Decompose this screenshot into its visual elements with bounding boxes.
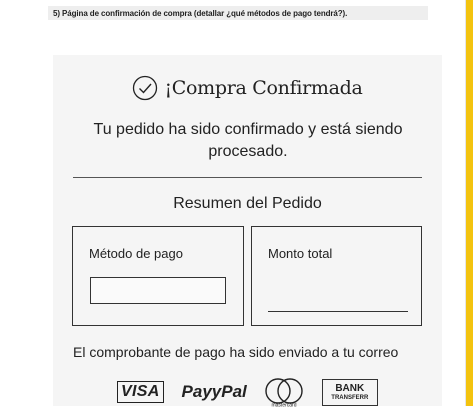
confirmation-message: Tu pedido ha sido confirmado y está sien…	[93, 121, 403, 160]
payment-logos: VISA PayyPal mastercard BANK TRANSFERR	[117, 376, 378, 408]
total-amount-line	[268, 311, 408, 312]
transfer-label: TRANSFERR	[331, 394, 369, 401]
divider	[73, 177, 422, 178]
payment-method-field	[90, 277, 226, 304]
total-amount-box: Monto total	[251, 226, 422, 326]
top-note: 5) Página de confirmación de compra (det…	[53, 9, 348, 18]
bank-transfer-logo: BANK TRANSFERR	[321, 378, 378, 406]
paypal-logo: PayyPal	[181, 382, 247, 401]
summary-title: Resumen del Pedido	[173, 195, 322, 212]
payment-method-box: Método de pago	[72, 226, 244, 326]
receipt-notice: El comprobante de pago ha sido enviado a…	[73, 344, 399, 360]
title-row: ¡Compra Confirmada	[53, 75, 442, 101]
check-circle-icon	[133, 75, 158, 101]
total-amount-label: Monto total	[268, 246, 333, 261]
svg-text:mastercard: mastercard	[271, 403, 296, 408]
visa-logo: VISA	[117, 381, 164, 403]
bank-label: BANK	[335, 382, 365, 394]
page-title: ¡Compra Confirmada	[164, 77, 363, 99]
confirmation-card: ¡Compra Confirmada Tu pedido ha sido con…	[53, 55, 442, 408]
mastercard-icon: mastercard	[265, 378, 303, 408]
payment-method-label: Método de pago	[89, 246, 183, 261]
accent-stripe	[466, 0, 473, 406]
